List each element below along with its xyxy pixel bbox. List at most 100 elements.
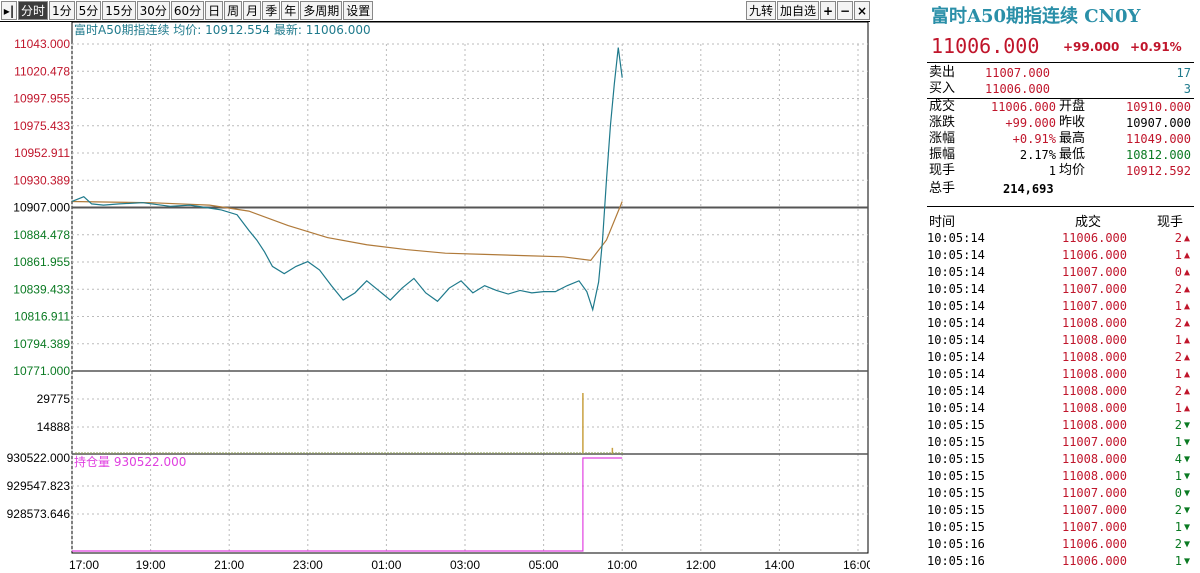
x-tick-label: 21:00	[214, 558, 244, 572]
nine-turn-button[interactable]: 九转	[745, 1, 776, 20]
stats-row: 现手 1 均价 10912.592	[929, 164, 1191, 179]
arrow-up-icon: ▲	[1184, 250, 1191, 261]
period-tab-11[interactable]: 多周期	[300, 1, 343, 20]
y-tick-label: 11020.478	[14, 64, 70, 78]
y-tick-label: 10975.433	[13, 119, 70, 133]
tick-price: 11008.000	[1061, 384, 1127, 398]
tick-price: 11008.000	[1061, 452, 1127, 466]
tick-row: 10:05:16 11006.000 1 ▼	[927, 553, 1194, 570]
tick-price: 11007.000	[1061, 503, 1127, 517]
x-tick-label: 16:00	[843, 558, 870, 572]
period-tab-1[interactable]: 1分	[49, 1, 75, 20]
last-price: 11006.000	[931, 34, 1040, 58]
tick-volume: 1	[1174, 248, 1182, 262]
tick-row: 10:05:14 11008.000 1 ▲	[927, 400, 1194, 417]
arrow-down-icon: ▼	[1184, 505, 1191, 516]
tick-volume: 1	[1174, 469, 1182, 483]
tick-volume: 1	[1174, 401, 1182, 415]
period-tab-0[interactable]: 分时	[18, 1, 49, 20]
x-tick-label: 14:00	[764, 558, 794, 572]
y-tick-label: 10861.955	[13, 255, 70, 269]
add-watchlist-button[interactable]: 加自选	[776, 1, 819, 20]
price-line	[71, 47, 623, 312]
minus-icon[interactable]: −	[837, 1, 853, 20]
tick-price: 11007.000	[1061, 520, 1127, 534]
buy-label: 买入	[929, 81, 956, 96]
stat-label: 最低	[1059, 147, 1086, 162]
tick-time: 10:05:15	[927, 452, 985, 466]
arrow-up-icon: ▲	[1184, 233, 1191, 244]
tick-volume: 2	[1174, 537, 1182, 551]
close-icon[interactable]: ×	[854, 1, 870, 20]
y-tick-label: 10816.911	[14, 310, 70, 324]
tick-volume: 2	[1174, 384, 1182, 398]
arrow-down-icon: ▼	[1184, 420, 1191, 431]
tick-volume: 1	[1174, 333, 1182, 347]
x-tick-label: 05:00	[529, 558, 559, 572]
tick-time: 10:05:15	[927, 520, 985, 534]
tick-price: 11007.000	[1061, 265, 1127, 279]
tick-time: 10:05:14	[927, 299, 985, 313]
tick-volume: 1	[1174, 367, 1182, 381]
toggle-panel-icon[interactable]: ▸|	[1, 1, 17, 20]
stat-value: 10907.000	[1125, 116, 1191, 130]
timeshare-chart[interactable]: 11043.0001.25%11020.4781.04%10997.9550.8…	[0, 22, 870, 573]
stat-label: 成交	[929, 99, 956, 114]
oi-tick-label: 928573.646	[7, 507, 71, 521]
tick-time: 10:05:16	[927, 537, 985, 551]
period-tab-6[interactable]: 日	[205, 1, 224, 20]
period-tab-2[interactable]: 5分	[75, 1, 102, 20]
tick-volume: 0	[1174, 265, 1182, 279]
period-tab-5[interactable]: 60分	[170, 1, 205, 20]
stat-value: 10812.000	[1125, 148, 1191, 162]
tick-row: 10:05:15 11007.000 1 ▼	[927, 519, 1194, 536]
buy-row: 买入 11006.000 3	[929, 81, 1191, 97]
tick-row: 10:05:14 11007.000 1 ▲	[927, 298, 1194, 315]
tick-row: 10:05:16 11006.000 2 ▼	[927, 536, 1194, 553]
period-tab-8[interactable]: 月	[243, 1, 262, 20]
instrument-title: 富时A50期指连续 CN0Y	[931, 6, 1141, 27]
tick-time: 10:05:14	[927, 384, 985, 398]
arrow-down-icon: ▼	[1184, 539, 1191, 550]
tick-volume: 4	[1174, 452, 1182, 466]
arrow-up-icon: ▲	[1184, 267, 1191, 278]
chart-canvas[interactable]: 11043.0001.25%11020.4781.04%10997.9550.8…	[0, 22, 870, 573]
tick-price: 11006.000	[1061, 248, 1127, 262]
oi-tick-label: 930522.000	[7, 451, 71, 465]
tick-price: 11007.000	[1061, 435, 1127, 449]
period-tab-9[interactable]: 季	[262, 1, 281, 20]
oi-tick-label: 929547.823	[7, 479, 71, 493]
period-tab-12[interactable]: 设置	[343, 1, 374, 20]
tick-price: 11007.000	[1061, 486, 1127, 500]
tick-row: 10:05:14 11006.000 2 ▲	[927, 230, 1194, 247]
price-change: +99.000	[1063, 40, 1120, 54]
stat-label: 振幅	[929, 147, 956, 162]
period-tab-3[interactable]: 15分	[102, 1, 136, 20]
tick-row: 10:05:14 11008.000 1 ▲	[927, 366, 1194, 383]
tick-time: 10:05:15	[927, 469, 985, 483]
period-tab-4[interactable]: 30分	[136, 1, 170, 20]
tick-time: 10:05:14	[927, 316, 985, 330]
ticks-header: 时间 成交 现手	[927, 210, 1194, 230]
arrow-up-icon: ▲	[1184, 386, 1191, 397]
period-tab-10[interactable]: 年	[281, 1, 300, 20]
tick-row: 10:05:14 11007.000 0 ▲	[927, 264, 1194, 281]
ticks-list[interactable]: 10:05:14 11006.000 2 ▲ 10:05:14 11006.000 1 ▲ 10…	[927, 230, 1194, 570]
tick-row: 10:05:14 11006.000 1 ▲	[927, 247, 1194, 264]
tick-time: 10:05:14	[927, 265, 985, 279]
tick-row: 10:05:14 11008.000 2 ▲	[927, 383, 1194, 400]
tick-time: 10:05:14	[927, 333, 985, 347]
tick-time: 10:05:14	[927, 367, 985, 381]
arrow-up-icon: ▲	[1184, 352, 1191, 363]
arrow-down-icon: ▼	[1184, 454, 1191, 465]
x-tick-label: 19:00	[136, 558, 166, 572]
y-tick-label: 10952.911	[14, 146, 70, 160]
volume-tick-label: 29775	[37, 392, 71, 406]
plus-icon[interactable]: +	[820, 1, 836, 20]
period-tab-7[interactable]: 周	[224, 1, 243, 20]
tick-price: 11006.000	[1061, 554, 1127, 568]
avg-price-line	[71, 200, 623, 262]
y-tick-label: 10907.000	[13, 201, 70, 215]
arrow-up-icon: ▲	[1184, 335, 1191, 346]
arrow-up-icon: ▲	[1184, 284, 1191, 295]
